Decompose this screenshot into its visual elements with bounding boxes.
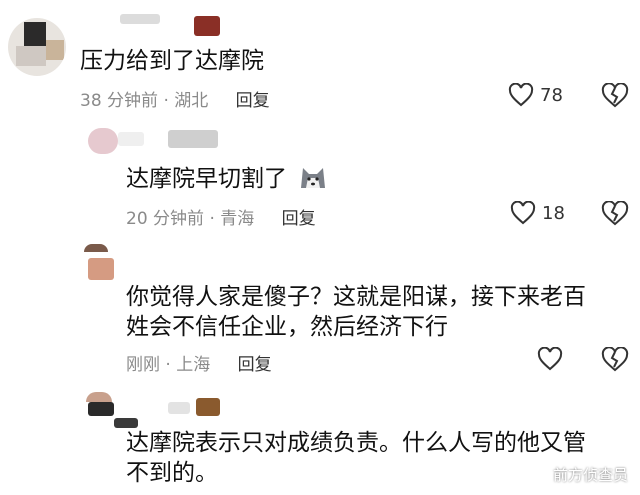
avatar[interactable] xyxy=(86,392,112,402)
broken-heart-icon[interactable] xyxy=(601,347,629,373)
like-count: 18 xyxy=(542,202,565,224)
avatar-lower xyxy=(88,258,114,280)
comment-text: 达摩院早切割了 xyxy=(126,162,328,196)
husky-emoji xyxy=(301,168,326,188)
username-extra xyxy=(168,402,190,414)
comment-text-line-2: 姓会不信任企业，然后经济下行 xyxy=(126,314,448,340)
broken-heart-icon[interactable] xyxy=(601,83,629,109)
watermark: 前方侦查员 xyxy=(531,464,628,485)
username[interactable] xyxy=(120,14,160,24)
username[interactable] xyxy=(118,132,144,146)
avatar[interactable] xyxy=(84,244,108,252)
comment-text-line-1: 你觉得人家是傻子？这就是阳谋，接下来老百 xyxy=(126,284,586,310)
like-button[interactable]: 78 xyxy=(508,83,563,107)
username-extra xyxy=(168,130,218,148)
avatar[interactable] xyxy=(8,18,66,76)
user-badge xyxy=(194,16,220,36)
heart-icon xyxy=(508,83,534,107)
heart-icon[interactable] xyxy=(537,347,563,371)
avatar-lower xyxy=(88,402,114,416)
comment-meta: 38 分钟前 · 湖北 回复 xyxy=(80,86,270,111)
broken-heart-icon[interactable] xyxy=(601,201,629,227)
meta-separator: · xyxy=(163,91,169,111)
weibo-eye-icon xyxy=(532,466,548,483)
comment-text: 压力给到了达摩院 xyxy=(80,48,264,74)
comment-location: 湖北 xyxy=(174,91,209,111)
reply-button[interactable]: 回复 xyxy=(236,91,270,111)
comment-meta: 20 分钟前 · 青海 回复 xyxy=(126,204,316,229)
heart-icon xyxy=(510,201,536,225)
user-badge xyxy=(196,398,220,416)
comment-time: 20 分钟前 xyxy=(126,209,205,229)
comment-text-line-1: 达摩院表示只对成绩负责。什么人写的他又管 xyxy=(126,430,586,456)
like-count: 78 xyxy=(540,84,563,106)
comment-time: 38 分钟前 xyxy=(80,91,159,111)
comment-text-line-2: 不到的。 xyxy=(126,460,218,486)
comment-meta: 刚刚 · 上海 回复 xyxy=(126,350,272,375)
meta-separator: · xyxy=(209,209,215,229)
meta-separator: · xyxy=(165,355,171,375)
like-button[interactable]: 18 xyxy=(510,201,565,225)
avatar[interactable] xyxy=(88,128,118,154)
comment-text-content: 达摩院早切割了 xyxy=(126,166,287,192)
comment-location: 青海 xyxy=(220,209,255,229)
comment-location: 上海 xyxy=(176,355,211,375)
watermark-text: 前方侦查员 xyxy=(552,466,628,484)
comment-time: 刚刚 xyxy=(126,355,160,375)
reply-button[interactable]: 回复 xyxy=(238,355,272,375)
reply-button[interactable]: 回复 xyxy=(282,209,316,229)
